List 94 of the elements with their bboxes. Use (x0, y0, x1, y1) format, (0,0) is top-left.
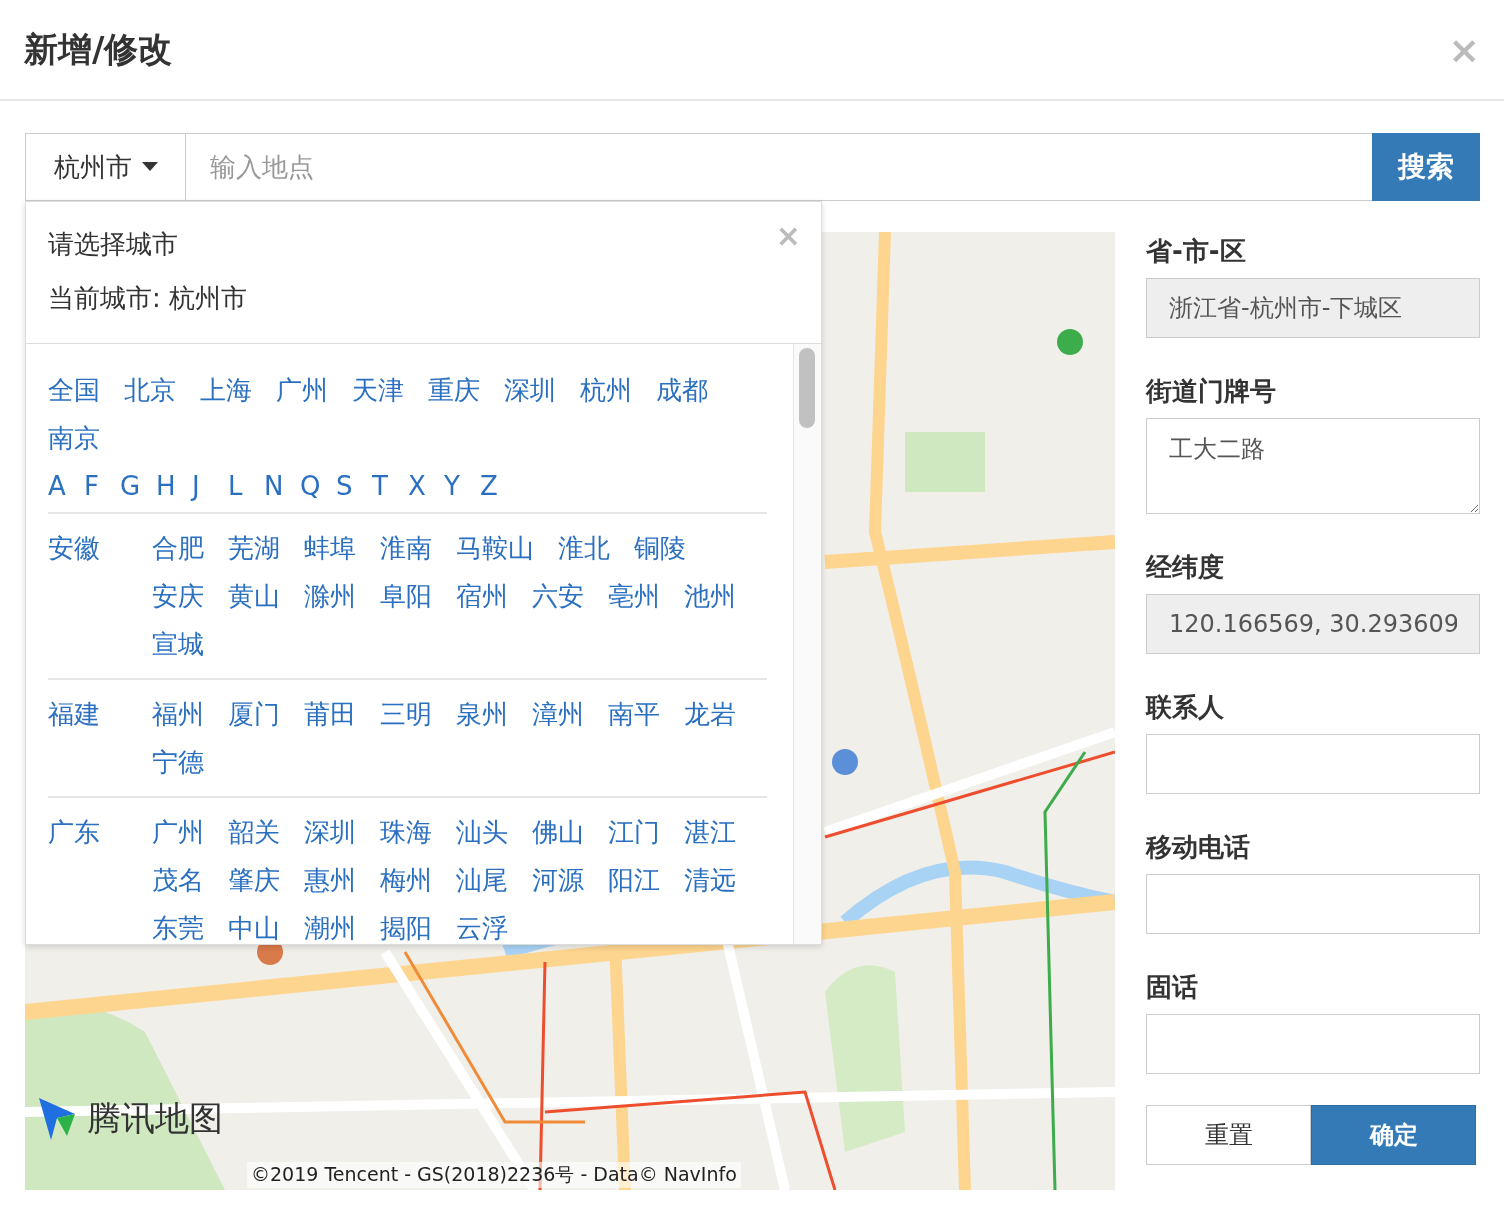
map-logo: 腾讯地图 (87, 1097, 223, 1140)
map-copyright: ©2019 Tencent - GS(2018)2236号 - Data© NavInfo (247, 1162, 741, 1188)
field-label: 联系人 (1146, 692, 1225, 722)
city-link[interactable]: 深圳 (504, 366, 556, 414)
city-link[interactable]: 全国 (48, 366, 100, 414)
city-link[interactable]: 梅州 (380, 856, 432, 904)
city-link[interactable]: 清远 (684, 856, 736, 904)
city-link[interactable]: 黄山 (228, 572, 280, 620)
city-link[interactable]: 佛山 (532, 808, 584, 856)
city-link[interactable]: 潮州 (304, 904, 356, 944)
city-link[interactable]: 韶关 (228, 808, 280, 856)
letter-link[interactable]: Y (444, 462, 462, 510)
city-link[interactable]: 广州 (276, 366, 328, 414)
city-link[interactable]: 茂名 (152, 856, 204, 904)
caret-icon (141, 162, 158, 172)
city-link[interactable]: 南京 (48, 414, 100, 462)
city-link[interactable]: 重庆 (428, 366, 480, 414)
city-link[interactable]: 汕尾 (456, 856, 508, 904)
city-link[interactable]: 三明 (380, 690, 432, 738)
letter-link[interactable]: Z (480, 462, 498, 510)
city-link[interactable]: 汕头 (456, 808, 508, 856)
letter-link[interactable]: S (336, 462, 354, 510)
input-field[interactable] (1146, 874, 1480, 934)
city-link[interactable]: 杭州 (580, 366, 632, 414)
city-link[interactable]: 铜陵 (634, 524, 686, 572)
reset-button[interactable]: 重置 (1146, 1105, 1311, 1165)
city-link[interactable]: 泉州 (456, 690, 508, 738)
city-link[interactable]: 滁州 (304, 572, 356, 620)
city-link[interactable]: 淮北 (558, 524, 610, 572)
field-label: 固话 (1146, 972, 1199, 1002)
input-field[interactable]: 工大二路 (1146, 418, 1480, 514)
city-link[interactable]: 福州 (152, 690, 204, 738)
input-field[interactable] (1146, 1014, 1480, 1074)
city-link[interactable]: 蚌埠 (304, 524, 356, 572)
city-link[interactable]: 云浮 (456, 904, 508, 944)
letter-link[interactable]: F (84, 462, 102, 510)
letter-link[interactable]: L (228, 462, 246, 510)
city-link[interactable]: 成都 (656, 366, 708, 414)
city-link[interactable]: 东莞 (152, 904, 204, 944)
city-link[interactable]: 亳州 (608, 572, 660, 620)
city-link[interactable]: 河源 (532, 856, 584, 904)
city-link[interactable]: 惠州 (304, 856, 356, 904)
city-link[interactable]: 北京 (124, 366, 176, 414)
city-link[interactable]: 六安 (532, 572, 584, 620)
letter-link[interactable]: J (192, 462, 210, 510)
city-link[interactable]: 上海 (200, 366, 252, 414)
city-link[interactable]: 漳州 (532, 690, 584, 738)
city-link[interactable]: 中山 (228, 904, 280, 944)
city-link[interactable]: 淮南 (380, 524, 432, 572)
search-field[interactable]: 输入地点 (186, 133, 1372, 201)
city-link[interactable]: 珠海 (380, 808, 432, 856)
city-link[interactable]: 肇庆 (228, 856, 280, 904)
city-link[interactable]: 江门 (608, 808, 660, 856)
city-link[interactable]: 合肥 (152, 524, 204, 572)
letter-link[interactable]: N (264, 462, 282, 510)
province-link[interactable]: 广东 (48, 808, 152, 944)
city-dropdown[interactable]: 杭州市 (25, 133, 186, 201)
letter-link[interactable]: Q (300, 462, 318, 510)
city-link[interactable]: 芜湖 (228, 524, 280, 572)
city-link[interactable]: 龙岩 (684, 690, 736, 738)
letter-link[interactable]: G (120, 462, 138, 510)
dialog-title: 新增/修改 (24, 27, 173, 71)
letter-link[interactable]: A (48, 462, 66, 510)
city-link[interactable]: 马鞍山 (456, 524, 534, 572)
city-link[interactable]: 广州 (152, 808, 204, 856)
city-link[interactable]: 阳江 (608, 856, 660, 904)
province-link[interactable]: 福建 (48, 690, 152, 786)
city-link[interactable]: 池州 (684, 572, 736, 620)
scrollbar[interactable] (793, 344, 821, 944)
field-label: 街道门牌号 (1146, 376, 1277, 406)
letter-link[interactable]: T (372, 462, 390, 510)
city-link[interactable]: 莆田 (304, 690, 356, 738)
city-link[interactable]: 南平 (608, 690, 660, 738)
field-label: 经纬度 (1146, 552, 1225, 582)
letter-link[interactable]: X (408, 462, 426, 510)
province-link[interactable]: 安徽 (48, 524, 152, 668)
current-city: 当前城市: 杭州市 (48, 282, 248, 314)
input-field[interactable] (1146, 734, 1480, 794)
city-link[interactable]: 宁德 (152, 738, 204, 786)
city-link[interactable]: 深圳 (304, 808, 356, 856)
city-link[interactable]: 安庆 (152, 572, 204, 620)
city-link[interactable]: 宿州 (456, 572, 508, 620)
picker-title: 请选择城市 (48, 228, 178, 261)
search-button[interactable]: 搜索 (1372, 133, 1480, 201)
city-link[interactable]: 揭阳 (380, 904, 432, 944)
city-link[interactable]: 厦门 (228, 690, 280, 738)
confirm-button[interactable]: 确定 (1311, 1105, 1476, 1165)
city-link[interactable]: 阜阳 (380, 572, 432, 620)
city-link[interactable]: 湛江 (684, 808, 736, 856)
city-link[interactable]: 宣城 (152, 620, 204, 668)
field-label: 省-市-区 (1146, 236, 1247, 266)
letter-link[interactable]: H (156, 462, 174, 510)
city-link[interactable]: 天津 (352, 366, 404, 414)
field-label: 移动电话 (1146, 832, 1251, 862)
